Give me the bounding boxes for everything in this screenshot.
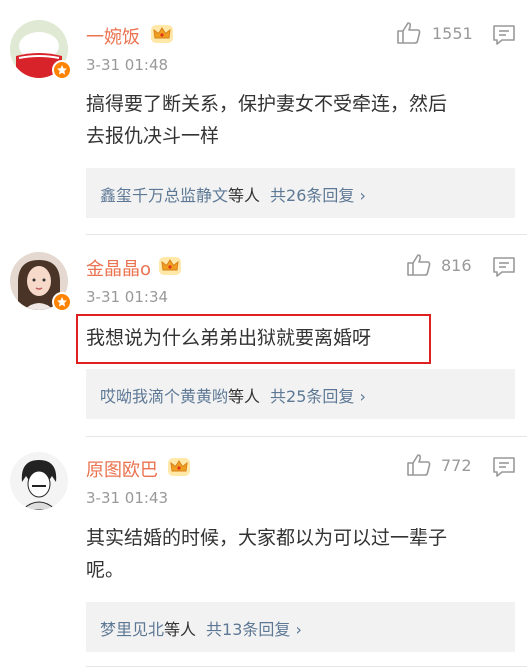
reply-user-link[interactable]: 哎呦我滴个黄黄哟: [100, 387, 228, 406]
like-count: 816: [441, 256, 472, 275]
comment-icon[interactable]: [492, 256, 516, 278]
divider: [86, 234, 527, 235]
comment-text-line: 呢。: [86, 559, 125, 581]
reply-count-link[interactable]: 共26条回复 ›: [270, 186, 366, 205]
reply-user-link[interactable]: 鑫玺千万总监静文: [100, 186, 228, 205]
verified-badge-icon: [52, 292, 72, 312]
reply-count-link[interactable]: 共25条回复 ›: [270, 387, 366, 406]
reply-user-link[interactable]: 梦里见北: [100, 620, 164, 639]
timestamp: 3-31 01:34: [86, 288, 169, 306]
reply-suffix: 等人: [228, 186, 261, 205]
comment-icon[interactable]: [492, 24, 516, 46]
avatar-image: [10, 452, 68, 510]
username[interactable]: 原图欧巴: [86, 456, 158, 482]
username[interactable]: 一婉饭: [86, 23, 140, 49]
crown-icon: [158, 256, 182, 276]
comment-text: 搞得要了断关系，保护妻女不受牵连，然后 去报仇决斗一样: [86, 88, 516, 152]
reply-summary[interactable]: 梦里见北等人 共13条回复 ›: [86, 602, 515, 652]
reply-summary[interactable]: 哎呦我滴个黄黄哟等人 共25条回复 ›: [86, 369, 515, 419]
like-count: 772: [441, 456, 472, 475]
divider: [86, 436, 527, 437]
highlight-box: [76, 314, 431, 364]
like-count: 1551: [432, 24, 473, 43]
reply-suffix: 等人: [228, 387, 261, 406]
avatar[interactable]: [10, 252, 72, 312]
avatar[interactable]: [10, 20, 72, 80]
reply-suffix: 等人: [164, 620, 197, 639]
divider: [86, 666, 527, 667]
thumbs-up-icon[interactable]: [406, 253, 432, 277]
timestamp: 3-31 01:48: [86, 56, 169, 74]
thumbs-up-icon[interactable]: [396, 21, 422, 45]
comment-text-line: 搞得要了断关系，保护妻女不受牵连，然后: [86, 93, 448, 115]
avatar[interactable]: [10, 452, 68, 510]
comment-text-line: 去报仇决斗一样: [86, 125, 220, 147]
comment-text-line: 其实结婚的时候，大家都以为可以过一辈子: [86, 527, 448, 549]
reply-count-link[interactable]: 共13条回复 ›: [206, 620, 302, 639]
verified-badge-icon: [52, 60, 72, 80]
comment-icon[interactable]: [492, 456, 516, 478]
reply-summary[interactable]: 鑫玺千万总监静文等人 共26条回复 ›: [86, 168, 515, 218]
crown-icon: [150, 24, 174, 44]
timestamp: 3-31 01:43: [86, 489, 169, 507]
thumbs-up-icon[interactable]: [406, 453, 432, 477]
crown-icon: [167, 457, 191, 477]
username[interactable]: 金晶晶o: [86, 255, 151, 281]
comment-text: 其实结婚的时候，大家都以为可以过一辈子 呢。: [86, 522, 516, 586]
